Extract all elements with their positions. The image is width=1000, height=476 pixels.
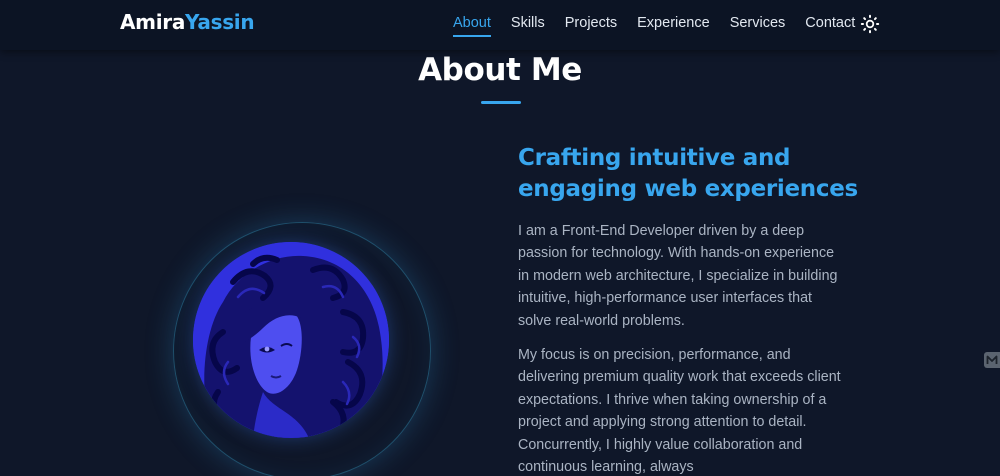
- sun-icon: [860, 14, 880, 34]
- nav-link-services[interactable]: Services: [730, 15, 786, 37]
- section-title: About Me: [418, 52, 582, 88]
- nav-link-projects[interactable]: Projects: [565, 15, 617, 37]
- nav-link-skills[interactable]: Skills: [511, 15, 545, 37]
- nav-link-experience[interactable]: Experience: [637, 15, 710, 37]
- brand-last-name: Yassin: [185, 10, 255, 34]
- m-icon: [986, 355, 998, 364]
- nav-link-contact[interactable]: Contact: [805, 15, 855, 37]
- title-underline: [481, 101, 521, 104]
- about-paragraph-1: I am a Front-End Developer driven by a d…: [518, 223, 838, 329]
- about-headline: Crafting intuitive and engaging web expe…: [518, 145, 858, 202]
- about-paragraph-2: My focus is on precision, performance, a…: [518, 347, 841, 476]
- avatar-illustration: [193, 242, 389, 438]
- profile-avatar: [193, 242, 389, 438]
- nav-links: About Skills Projects Experience Service…: [453, 15, 875, 37]
- side-widget-button[interactable]: [984, 352, 1000, 368]
- navbar: AmiraYassin About Skills Projects Experi…: [0, 0, 1000, 50]
- nav-link-about[interactable]: About: [453, 15, 491, 37]
- about-page: AmiraYassin About Skills Projects Experi…: [0, 0, 1000, 476]
- theme-toggle-button[interactable]: [860, 14, 880, 34]
- brand-first-name: Amira: [120, 10, 186, 34]
- brand-logo[interactable]: AmiraYassin: [120, 10, 255, 34]
